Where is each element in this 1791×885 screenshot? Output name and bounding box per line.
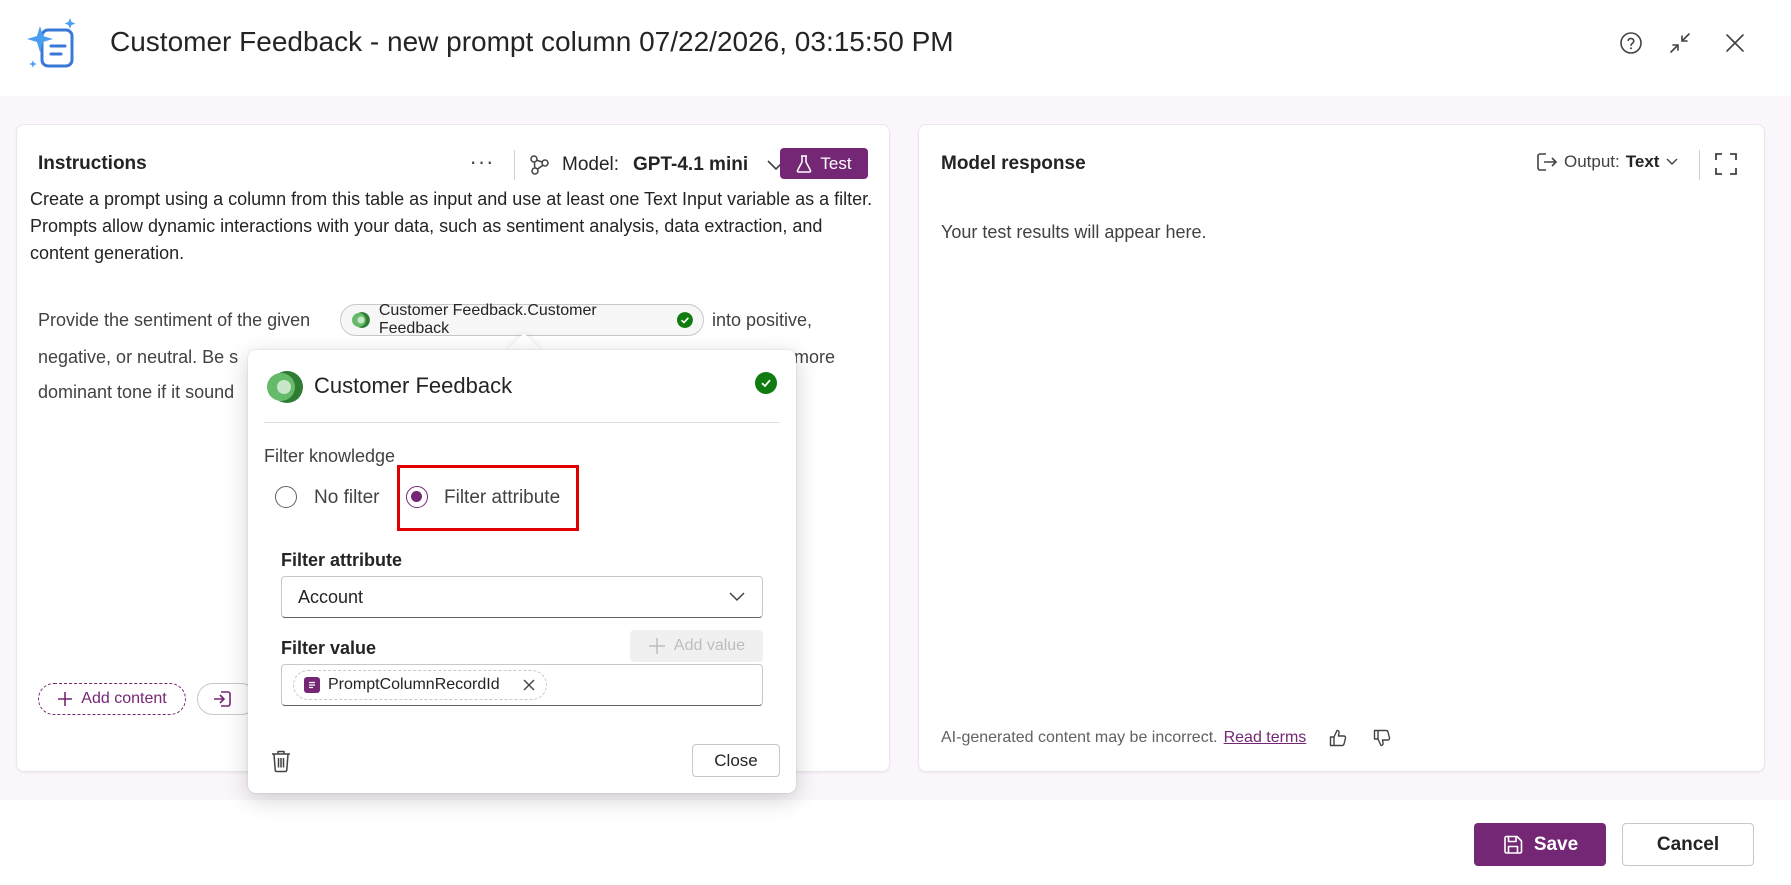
model-selector[interactable]: Model: GPT-4.1 mini [528,150,786,180]
ai-prompt-icon [27,18,76,68]
knowledge-filter-popup [248,350,796,793]
dismiss-icon[interactable] [522,678,536,692]
close-button[interactable] [1720,28,1750,58]
cancel-button[interactable]: Cancel [1622,823,1754,866]
filter-attribute-dropdown[interactable]: Account [281,576,763,618]
filter-attribute-value: Account [298,586,364,607]
output-value: Text [1625,152,1660,171]
output-icon [1537,153,1558,171]
prompt-text-line2-end[interactable]: more [794,347,835,368]
delete-icon[interactable] [268,748,294,774]
dialog-title: Customer Feedback - new prompt column 07… [110,26,954,57]
column-reference-chip[interactable]: Customer Feedback.Customer Feedback [340,302,704,337]
add-content-button[interactable]: Add content [38,683,186,715]
save-button[interactable]: Save [1474,823,1606,866]
output-selector[interactable]: Output: Text [1536,152,1679,172]
close-icon [1726,34,1744,52]
toolbar-divider [514,150,515,180]
help-icon [1620,32,1642,54]
model-value: GPT-4.1 mini [633,154,749,175]
prompt-text-line1-end[interactable]: into positive, [712,310,812,331]
toolbar-divider [1699,150,1700,180]
popup-close-button[interactable]: Close [692,744,780,777]
prompt-text-line3[interactable]: dominant tone if it sound [38,382,234,403]
ai-disclaimer: AI-generated content may be incorrect. R… [941,728,1392,748]
minimize-button[interactable] [1665,28,1695,58]
beaker-icon [797,154,812,173]
popup-title: Customer Feedback [314,373,513,398]
model-response-title: Model response [941,153,1086,174]
model-label: Model: [562,154,620,175]
filter-value-chip-label: PromptColumnRecordId [328,676,500,693]
help-button[interactable] [1616,28,1646,58]
save-icon [1504,835,1523,854]
plus-icon [58,692,73,706]
test-label: Test [820,153,852,173]
dataverse-icon [267,371,303,403]
variable-icon [304,677,320,693]
thumbs-up-icon[interactable] [1328,728,1348,748]
more-options-button[interactable]: ··· [466,149,498,174]
input-icon [214,691,231,707]
save-label: Save [1533,833,1579,855]
dataverse-icon [351,312,370,328]
dialog-header: Customer Feedback - new prompt column 07… [0,0,1791,96]
add-content-label: Add content [81,690,167,707]
highlight-annotation [397,465,579,531]
test-button[interactable]: Test [780,148,868,179]
plus-icon [648,638,665,654]
model-icon [530,155,549,175]
chevron-down-icon [1666,158,1678,165]
filter-value-chip[interactable]: PromptColumnRecordId [293,670,547,700]
add-value-button[interactable]: Add value [630,630,763,662]
no-filter-label[interactable]: No filter [314,487,379,509]
minimize-icon [1670,33,1690,53]
filter-knowledge-label: Filter knowledge [264,446,396,466]
prompt-text-line1[interactable]: Provide the sentiment of the given [38,310,310,331]
expand-icon[interactable] [1712,150,1740,178]
add-value-label: Add value [673,637,746,654]
check-circle-icon [677,312,693,328]
filter-attribute-label: Filter attribute [281,550,403,570]
no-filter-radio[interactable] [275,486,297,508]
prompt-text-line2[interactable]: negative, or neutral. Be s [38,347,238,368]
read-terms-link[interactable]: Read terms [1224,729,1307,747]
chevron-down-icon [729,592,745,602]
popup-divider [264,422,780,423]
filter-value-label: Filter value [281,638,377,658]
output-label: Output: [1564,152,1620,171]
disclaimer-text: AI-generated content may be incorrect. [941,729,1218,746]
check-circle-icon [755,372,777,394]
instructions-description: Create a prompt using a column from this… [30,189,873,263]
thumbs-down-icon[interactable] [1372,728,1392,748]
response-placeholder: Your test results will appear here. [941,222,1207,242]
instructions-title: Instructions [38,153,147,174]
